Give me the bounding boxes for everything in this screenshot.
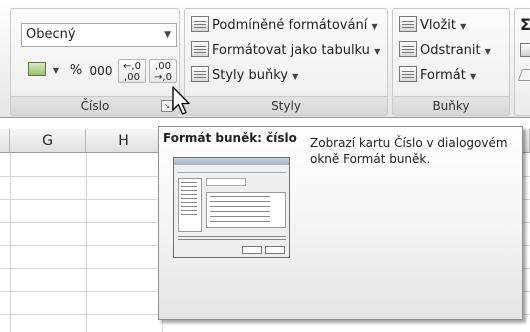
chevron-down-icon: ▼ <box>292 72 299 81</box>
chevron-down-icon: ▼ <box>164 30 171 40</box>
format-cells-button[interactable]: Formát ▼ <box>399 65 476 87</box>
chevron-down-icon: ▼ <box>374 47 381 56</box>
group-label-cells: Buňky <box>393 96 509 115</box>
cell-styles-icon <box>191 66 209 82</box>
format-as-table-button[interactable]: Formátovat jako tabulku ▼ <box>191 40 380 62</box>
fill-icon[interactable] <box>520 43 530 57</box>
conditional-formatting-label: Podmíněné formátování <box>212 18 368 33</box>
format-cells-dialog-preview <box>173 157 290 258</box>
cell-styles-label: Styly buňky <box>212 68 288 83</box>
delete-cells-button[interactable]: Odstranit ▼ <box>399 40 491 62</box>
conditional-formatting-button[interactable]: Podmíněné formátování ▼ <box>191 15 378 37</box>
format-cells-label: Formát <box>420 68 466 83</box>
chevron-down-icon: ▼ <box>460 22 467 31</box>
number-group: Obecný ▼ ▼ % 000 ←,0 ,00 ,00 →,0 Číslo ↘ <box>10 8 180 116</box>
group-label-number: Číslo <box>11 96 179 115</box>
mouse-cursor-icon <box>172 86 190 115</box>
tooltip-description: Zobrazí kartu Číslo v dialogovém okně Fo… <box>310 136 508 166</box>
accounting-format-button[interactable] <box>21 59 53 83</box>
percent-style-button[interactable]: % <box>65 59 87 83</box>
number-format-buttons: ▼ % 000 ←,0 ,00 ,00 →,0 <box>21 57 177 85</box>
insert-cells-icon <box>399 16 417 32</box>
column-header-label: H <box>118 133 129 149</box>
grid-line <box>10 153 11 332</box>
clear-icon[interactable] <box>517 69 530 81</box>
group-label-styles: Styly <box>185 96 387 115</box>
super-tooltip: Formát buněk: číslo Zobrazí kartu Číslo … <box>158 126 523 320</box>
conditional-formatting-icon <box>191 16 209 32</box>
editing-group: Σ <box>514 8 530 116</box>
delete-cells-label: Odstranit <box>420 43 481 58</box>
currency-icon <box>28 62 46 76</box>
number-format-value: Obecný <box>26 27 76 42</box>
grid-line <box>86 153 87 332</box>
cell-styles-button[interactable]: Styly buňky ▼ <box>191 65 298 87</box>
column-header-g[interactable]: G <box>10 129 86 153</box>
column-header-label: G <box>42 133 53 149</box>
chevron-down-icon: ▼ <box>469 72 477 81</box>
tooltip-title: Formát buněk: číslo <box>163 131 297 145</box>
decrease-decimal-icon: ,00 →,0 <box>154 61 172 83</box>
cells-group: Vložit ▼ Odstranit ▼ Formát ▼ Buňky <box>392 8 510 116</box>
percent-label: % <box>69 63 83 78</box>
increase-decimal-icon: ←,0 ,00 <box>123 61 141 83</box>
decrease-decimal-button[interactable]: ,00 →,0 <box>149 59 177 83</box>
format-as-table-label: Formátovat jako tabulku <box>212 43 370 58</box>
thousands-label: 000 <box>89 64 113 78</box>
delete-cells-icon <box>399 41 417 57</box>
styles-group: Podmíněné formátování ▼ Formátovat jako … <box>184 8 388 116</box>
autosum-button[interactable]: Σ <box>520 15 530 34</box>
insert-cells-button[interactable]: Vložit ▼ <box>399 15 466 37</box>
chevron-down-icon[interactable]: ▼ <box>51 59 61 83</box>
autosum-icon: Σ <box>520 15 530 34</box>
number-format-dropdown[interactable]: Obecný ▼ <box>21 23 177 47</box>
insert-cells-label: Vložit <box>420 18 456 33</box>
column-header-partial[interactable] <box>0 129 10 153</box>
comma-style-button[interactable]: 000 <box>87 59 115 83</box>
chevron-down-icon: ▼ <box>484 47 491 56</box>
ribbon: Obecný ▼ ▼ % 000 ←,0 ,00 ,00 →,0 Číslo ↘ <box>0 0 530 118</box>
format-as-table-icon <box>191 41 209 57</box>
chevron-down-icon: ▼ <box>371 22 378 31</box>
column-header-h[interactable]: H <box>86 129 162 153</box>
format-cells-icon <box>399 66 417 82</box>
increase-decimal-button[interactable]: ←,0 ,00 <box>118 59 146 83</box>
